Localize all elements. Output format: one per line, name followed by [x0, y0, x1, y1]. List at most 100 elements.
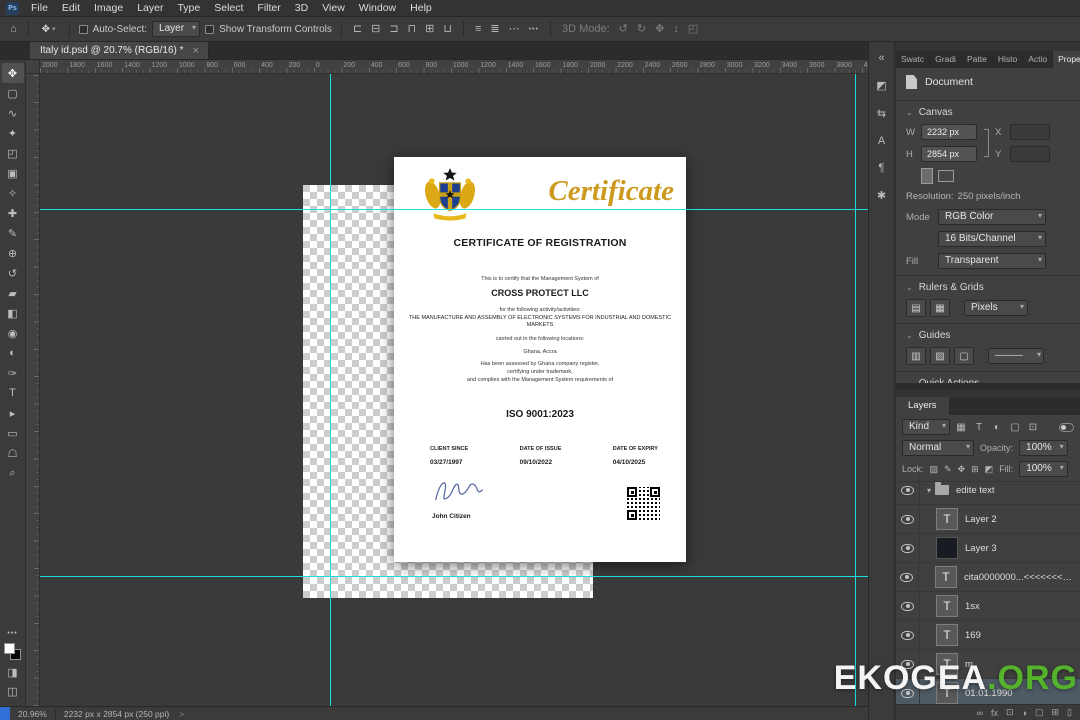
eye-icon[interactable] [901, 602, 914, 611]
visibility-cell[interactable] [896, 476, 920, 504]
auto-select-dropdown[interactable]: Layer [152, 21, 200, 37]
toggle-rulers-icon[interactable]: ▤ [906, 299, 926, 317]
opacity-dropdown[interactable]: 100% [1019, 440, 1068, 456]
delete-layer-icon[interactable]: ▯ [1067, 707, 1072, 718]
3d-scale-icon[interactable]: ◰ [686, 24, 700, 35]
text-layer-thumbnail[interactable]: T [935, 566, 957, 588]
character-panel-icon[interactable]: A [878, 135, 885, 147]
lock-all-icon[interactable]: ◩ [985, 464, 994, 475]
close-icon[interactable]: × [193, 45, 199, 57]
lock-transparency-icon[interactable]: ▨ [930, 464, 939, 475]
path-selection-tool[interactable]: ▸ [2, 403, 24, 423]
new-group-icon[interactable]: ▢ [1035, 707, 1044, 718]
vertical-ruler[interactable] [26, 74, 40, 706]
more-options-icon[interactable]: ••• [527, 26, 541, 33]
filter-adjustment-layers-icon[interactable]: ◐ [990, 422, 1004, 433]
menu-item[interactable]: Layer [130, 0, 170, 16]
adjustments-panel-icon[interactable]: ⇆ [877, 107, 886, 120]
lasso-tool[interactable]: ∿ [2, 103, 24, 123]
text-layer-thumbnail[interactable]: T [936, 508, 958, 530]
adjustment-layer-icon[interactable]: ◑ [1022, 708, 1027, 718]
portrait-orientation-icon[interactable] [921, 168, 933, 184]
filter-shape-layers-icon[interactable]: ▢ [1008, 422, 1022, 433]
visibility-cell[interactable] [896, 621, 920, 649]
horizontal-guide[interactable] [40, 209, 868, 210]
toggle-grid-icon[interactable]: ▦ [930, 299, 950, 317]
layer-row[interactable]: T Layer 2 [896, 505, 1080, 534]
eraser-tool[interactable]: ▰ [2, 283, 24, 303]
layer-mask-icon[interactable]: ⊡ [1006, 707, 1014, 718]
horizontal-guide[interactable] [40, 576, 868, 577]
3d-pan-icon[interactable]: ✥ [653, 24, 666, 35]
fill-dropdown[interactable]: 100% [1019, 461, 1068, 477]
auto-select-checkbox[interactable] [79, 25, 88, 34]
dodge-tool[interactable]: ◐ [2, 343, 24, 363]
align-right-icon[interactable]: ⊐ [387, 24, 400, 35]
show-transform-checkbox[interactable] [205, 25, 214, 34]
filtering-toggle[interactable] [1059, 423, 1074, 432]
more-align-icon[interactable]: ⋯ [507, 24, 522, 35]
tab-actions[interactable]: Actio [1023, 51, 1053, 68]
bit-depth-dropdown[interactable]: 16 Bits/Channel [938, 231, 1046, 247]
marquee-tool[interactable]: ▢ [2, 83, 24, 103]
filter-smart-objects-icon[interactable]: ⊡ [1026, 422, 1040, 433]
blur-tool[interactable]: ◉ [2, 323, 24, 343]
tab-history[interactable]: Histo [993, 51, 1023, 68]
lock-position-icon[interactable]: ✥ [958, 464, 966, 475]
tab-gradients[interactable]: Gradi [930, 51, 962, 68]
menu-item[interactable]: Window [352, 0, 403, 16]
pen-tool[interactable]: ✑ [2, 363, 24, 383]
toggle-guides-icon[interactable]: ▥ [906, 347, 926, 365]
glyphs-panel-icon[interactable]: ✱ [877, 189, 886, 202]
horizontal-ruler[interactable]: 2000180016001400120010008006004002000200… [40, 60, 868, 74]
zoom-level-field[interactable]: 20.96% [10, 709, 55, 719]
foreground-color-swatch[interactable] [4, 643, 15, 654]
visibility-cell[interactable] [896, 505, 920, 533]
menu-item[interactable]: File [24, 0, 55, 16]
eyedropper-tool[interactable]: ✧ [2, 183, 24, 203]
hand-tool[interactable]: ☖ [2, 443, 24, 463]
healing-brush-tool[interactable]: ✚ [2, 203, 24, 223]
tab-layers[interactable]: Layers [896, 397, 949, 415]
menu-item[interactable]: Help [403, 0, 439, 16]
guides-section-header[interactable]: ⌄ Guides [906, 330, 1070, 341]
3d-slide-icon[interactable]: ↕ [671, 24, 681, 35]
layer-row[interactable]: T 169 [896, 621, 1080, 650]
3d-roll-icon[interactable]: ↻ [635, 24, 648, 35]
eye-icon[interactable] [900, 573, 913, 582]
home-icon[interactable]: ⌂ [8, 24, 19, 35]
menu-item[interactable]: Select [207, 0, 250, 16]
canvas-fill-dropdown[interactable]: Transparent [938, 253, 1046, 269]
eye-icon[interactable] [901, 631, 914, 640]
color-mode-dropdown[interactable]: RGB Color [938, 209, 1046, 225]
lock-artboard-icon[interactable]: ⊞ [971, 464, 979, 475]
color-panel-icon[interactable]: ◩ [876, 79, 886, 92]
visibility-cell[interactable] [896, 563, 919, 591]
3d-orbit-icon[interactable]: ↺ [617, 24, 630, 35]
edit-toolbar-icon[interactable]: ••• [7, 630, 17, 637]
type-tool[interactable]: T [2, 383, 24, 403]
lock-guides-icon[interactable]: ▧ [930, 347, 950, 365]
image-layer-thumbnail[interactable] [936, 537, 958, 559]
align-left-icon[interactable]: ⊏ [351, 24, 364, 35]
ruler-origin-corner[interactable] [26, 60, 40, 74]
text-layer-thumbnail[interactable]: T [936, 595, 958, 617]
menu-item[interactable]: View [315, 0, 352, 16]
blend-mode-dropdown[interactable]: Normal [902, 440, 974, 456]
current-tool-button[interactable]: ✥ ▾ [38, 24, 60, 35]
crop-tool[interactable]: ◰ [2, 143, 24, 163]
quick-selection-tool[interactable]: ✦ [2, 123, 24, 143]
vertical-guide[interactable] [855, 74, 856, 706]
paragraph-panel-icon[interactable]: ¶ [879, 162, 885, 174]
new-layer-icon[interactable]: ⊞ [1052, 707, 1060, 718]
rulers-grids-section-header[interactable]: ⌄ Rulers & Grids [906, 282, 1070, 293]
units-dropdown[interactable]: Pixels [964, 300, 1028, 316]
menu-item[interactable]: Edit [55, 0, 87, 16]
eye-icon[interactable] [901, 515, 914, 524]
filter-type-layers-icon[interactable]: T [972, 422, 986, 433]
distribute-horizontal-icon[interactable]: ≣ [488, 24, 501, 35]
visibility-cell[interactable] [896, 592, 920, 620]
history-brush-tool[interactable]: ↺ [2, 263, 24, 283]
expand-panels-icon[interactable]: « [878, 52, 884, 64]
group-expand-icon[interactable]: ▾ [927, 486, 931, 495]
